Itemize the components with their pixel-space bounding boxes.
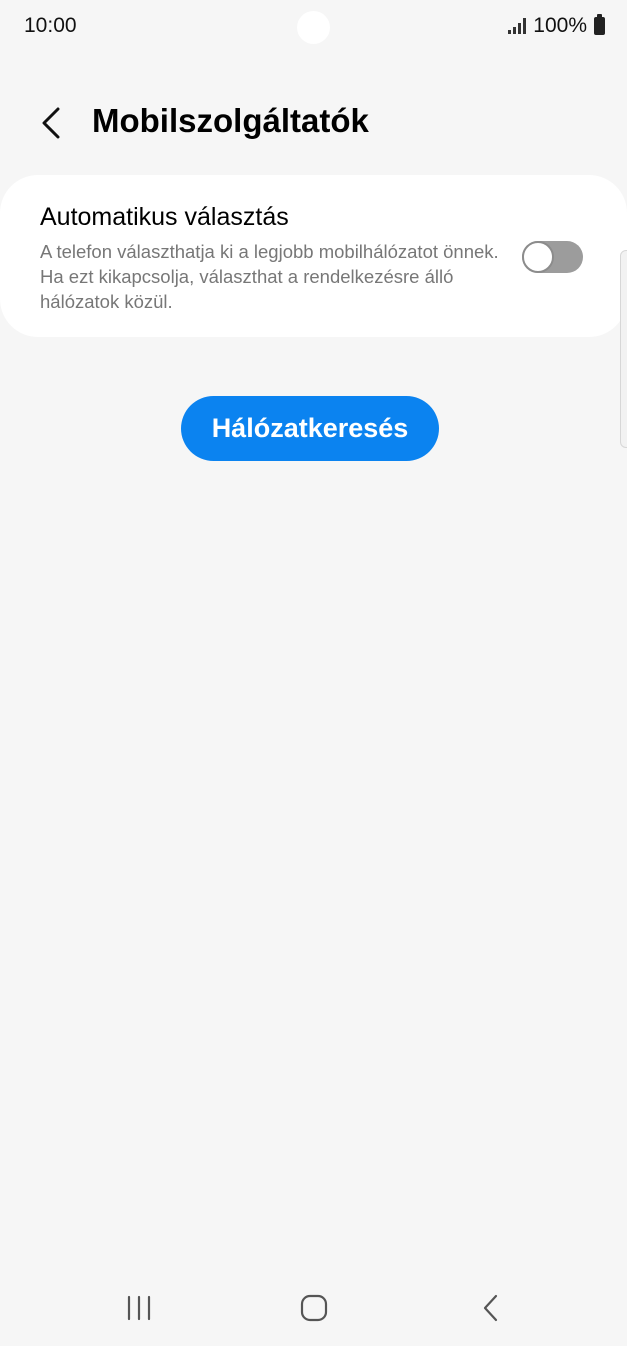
home-icon bbox=[300, 1294, 328, 1322]
scrollbar[interactable] bbox=[620, 250, 627, 448]
back-button[interactable] bbox=[26, 98, 76, 148]
battery-percent: 100% bbox=[533, 14, 587, 37]
battery-icon bbox=[594, 14, 605, 35]
status-time: 10:00 bbox=[24, 14, 77, 37]
home-button[interactable] bbox=[284, 1288, 344, 1328]
recent-apps-button[interactable] bbox=[109, 1288, 169, 1328]
auto-select-card[interactable]: Automatikus választás A telefon választh… bbox=[0, 175, 627, 337]
recent-apps-icon bbox=[127, 1295, 151, 1321]
app-header: Mobilszolgáltatók bbox=[0, 88, 627, 160]
auto-select-title: Automatikus választás bbox=[40, 203, 289, 231]
status-indicators: 100% bbox=[508, 14, 605, 38]
navigation-bar bbox=[0, 1270, 627, 1346]
signal-icon bbox=[508, 18, 527, 34]
chevron-left-icon bbox=[42, 107, 60, 139]
back-icon bbox=[483, 1294, 498, 1322]
camera-cutout bbox=[297, 11, 330, 44]
nav-back-button[interactable] bbox=[460, 1288, 520, 1328]
toggle-knob bbox=[522, 241, 554, 273]
auto-select-toggle[interactable] bbox=[522, 241, 583, 273]
auto-select-description: A telefon választhatja ki a legjobb mobi… bbox=[40, 241, 499, 312]
network-search-button[interactable]: Hálózatkeresés bbox=[181, 396, 439, 461]
page-title: Mobilszolgáltatók bbox=[92, 102, 369, 139]
status-bar: 10:00 100% bbox=[0, 0, 627, 56]
